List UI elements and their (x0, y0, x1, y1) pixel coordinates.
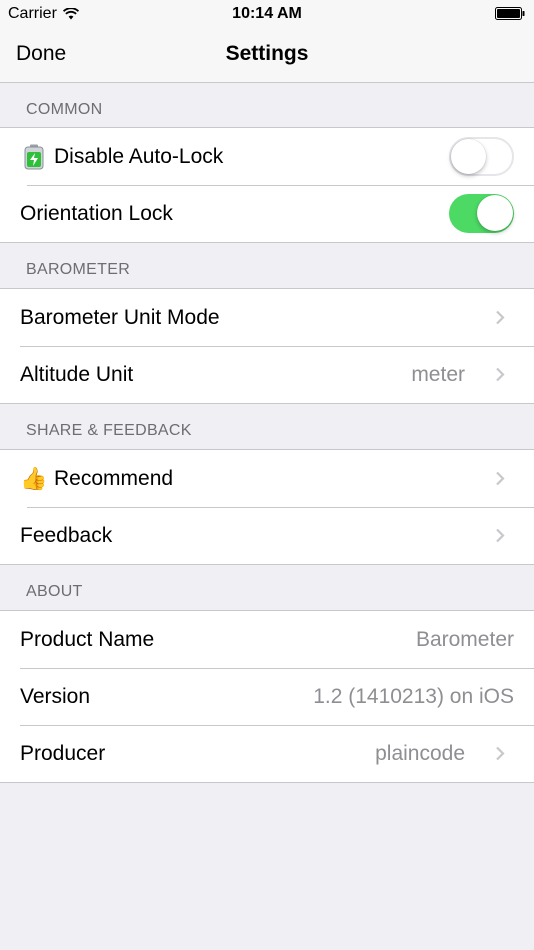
chevron-right-icon (496, 471, 505, 486)
status-bar: Carrier 10:14 AM (0, 0, 534, 28)
row-version: Version 1.2 (1410213) on iOS (0, 668, 534, 725)
row-altitude-unit[interactable]: Altitude Unit meter (0, 346, 534, 403)
section-header-about: ABOUT (0, 565, 534, 611)
navigation-bar: Done Settings (0, 28, 534, 83)
group-common: Disable Auto-Lock Orientation Lock (0, 128, 534, 243)
product-name-value: Barometer (415, 627, 514, 651)
version-value: 1.2 (1410213) on iOS (313, 684, 514, 708)
row-product-name: Product Name Barometer (0, 611, 534, 668)
status-time: 10:14 AM (232, 5, 302, 22)
row-feedback[interactable]: Feedback (0, 507, 534, 564)
feedback-label: Feedback (20, 523, 113, 547)
row-orientation-lock: Orientation Lock (0, 185, 534, 242)
chevron-right-icon (496, 367, 505, 382)
orientation-lock-label: Orientation Lock (20, 201, 173, 225)
section-header-common: COMMON (0, 83, 534, 128)
orientation-lock-toggle[interactable] (449, 194, 514, 233)
recommend-label: Recommend (54, 466, 174, 490)
product-name-label: Product Name (20, 627, 155, 651)
barometer-unit-mode-label: Barometer Unit Mode (20, 305, 220, 329)
section-header-barometer: BAROMETER (0, 243, 534, 289)
done-button[interactable]: Done (16, 42, 66, 66)
altitude-unit-label: Altitude Unit (20, 362, 134, 386)
altitude-unit-value: meter (411, 362, 465, 386)
row-disable-auto-lock: Disable Auto-Lock (0, 128, 534, 185)
row-recommend[interactable]: 👍 Recommend (0, 450, 534, 507)
producer-label: Producer (20, 741, 106, 765)
section-header-share-feedback: SHARE & FEEDBACK (0, 404, 534, 450)
battery-charging-emoji-icon (20, 144, 54, 170)
version-label: Version (20, 684, 91, 708)
disable-auto-lock-label: Disable Auto-Lock (54, 144, 224, 168)
page-title: Settings (225, 42, 309, 65)
thumbs-up-emoji-icon: 👍 (20, 465, 48, 491)
group-about: Product Name Barometer Version 1.2 (1410… (0, 611, 534, 783)
row-producer[interactable]: Producer plaincode (0, 725, 534, 782)
toggle-knob (451, 139, 486, 174)
row-barometer-unit-mode[interactable]: Barometer Unit Mode (0, 289, 534, 346)
battery-icon (495, 7, 525, 20)
chevron-right-icon (496, 746, 505, 761)
chevron-right-icon (496, 528, 505, 543)
group-barometer: Barometer Unit Mode Altitude Unit meter (0, 289, 534, 404)
group-share-feedback: 👍 Recommend Feedback (0, 450, 534, 565)
producer-value: plaincode (375, 741, 465, 765)
toggle-knob (477, 195, 513, 231)
disable-auto-lock-toggle[interactable] (449, 137, 514, 176)
chevron-right-icon (496, 310, 505, 325)
